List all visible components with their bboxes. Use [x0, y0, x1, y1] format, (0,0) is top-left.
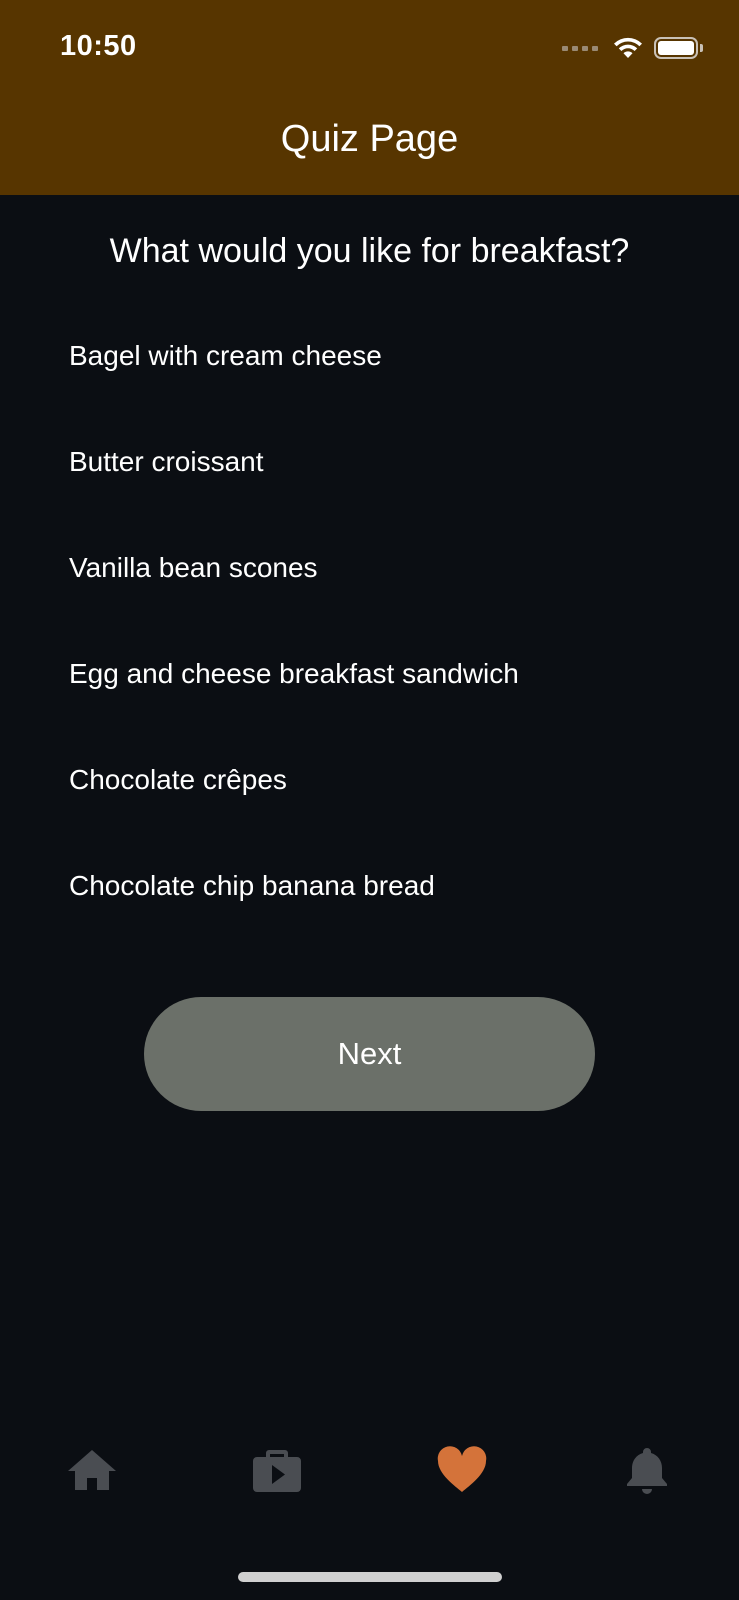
video-briefcase-icon	[253, 1450, 301, 1492]
answer-option[interactable]: Chocolate chip banana bread	[69, 852, 669, 958]
status-icons	[562, 34, 703, 62]
answer-options: Bagel with cream cheese Butter croissant…	[69, 322, 669, 958]
bottom-tab-bar	[0, 1440, 739, 1510]
home-indicator[interactable]	[238, 1572, 502, 1582]
battery-icon	[654, 37, 703, 59]
answer-option[interactable]: Chocolate crêpes	[69, 746, 669, 852]
tab-favorites[interactable]	[432, 1440, 492, 1500]
tab-videos[interactable]	[247, 1440, 307, 1500]
quiz-screen: 10:50 Quiz Page What would you like for …	[0, 0, 739, 1600]
home-icon	[68, 1450, 116, 1490]
answer-option[interactable]: Butter croissant	[69, 428, 669, 534]
quiz-question: What would you like for breakfast?	[109, 232, 630, 270]
answer-option[interactable]: Vanilla bean scones	[69, 534, 669, 640]
heart-icon	[437, 1446, 487, 1492]
page-title: Quiz Page	[280, 118, 459, 160]
tab-notifications[interactable]	[617, 1440, 677, 1500]
wifi-icon	[614, 37, 642, 58]
status-time: 10:50	[60, 30, 137, 62]
answer-option[interactable]: Egg and cheese breakfast sandwich	[69, 640, 669, 746]
header: 10:50 Quiz Page	[0, 0, 739, 195]
next-button[interactable]: Next	[144, 997, 595, 1111]
bell-icon	[627, 1448, 667, 1494]
cellular-signal-icon	[562, 45, 598, 51]
answer-option[interactable]: Bagel with cream cheese	[69, 322, 669, 428]
tab-home[interactable]	[62, 1440, 122, 1500]
